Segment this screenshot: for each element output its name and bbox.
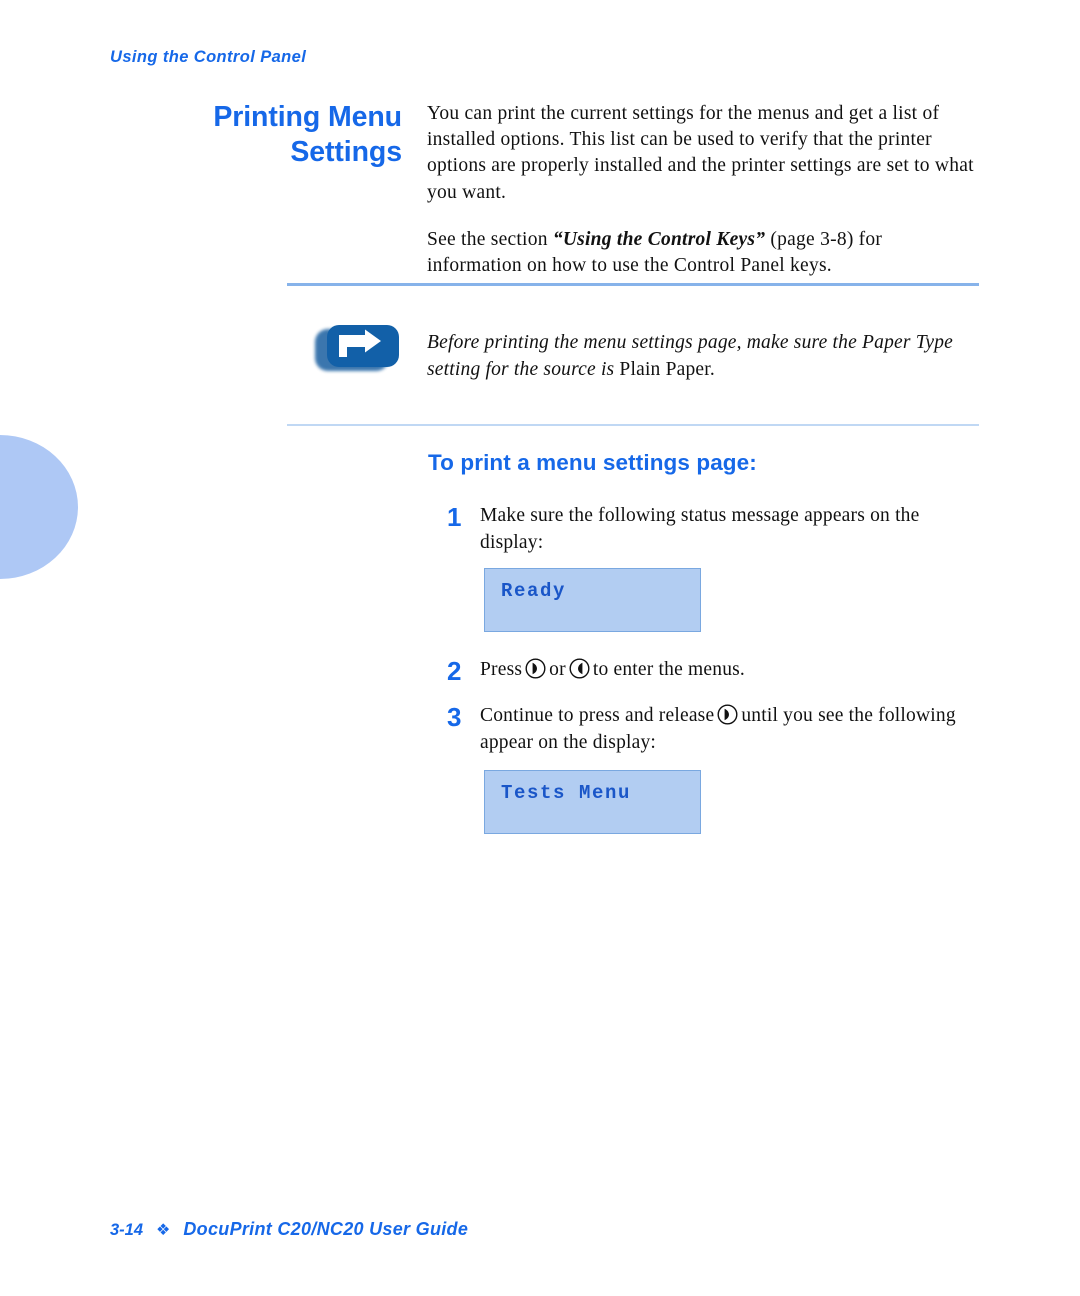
step-number: 2: [447, 656, 462, 686]
step-2-text-part-2: or: [549, 659, 566, 680]
step-text: Make sure the following status message a…: [480, 505, 920, 553]
intro-paragraph-1: You can print the current settings for t…: [427, 103, 974, 203]
right-arrow-key-icon: [525, 658, 546, 679]
left-arrow-key-icon: [569, 658, 590, 679]
chapter-edge-tab: [0, 435, 78, 579]
intro-paragraph-2-prefix: See the section: [427, 228, 553, 250]
procedure-step-3: 3 Continue to press and release until you…: [447, 703, 982, 756]
page-title: Printing Menu Settings: [130, 100, 402, 170]
divider-top: [287, 283, 979, 286]
step-number: 3: [447, 702, 462, 732]
note-text-roman: Plain Paper.: [619, 359, 715, 380]
intro-paragraph-2: See the section “Using the Control Keys”…: [427, 227, 979, 279]
intro-text-column: You can print the current settings for t…: [427, 101, 979, 279]
divider-bottom: [287, 424, 979, 426]
footer-page-number: 3-14: [110, 1221, 144, 1239]
status-display-ready-text: Ready: [501, 580, 567, 602]
status-display-ready: Ready: [484, 568, 701, 632]
page-title-line-2: Settings: [290, 136, 402, 168]
step-2-text-part-3: to enter the menus.: [592, 659, 746, 680]
procedure-heading: To print a menu settings page:: [428, 450, 757, 475]
status-display-tests-menu: Tests Menu: [484, 770, 701, 834]
right-arrow-key-icon: [717, 704, 738, 725]
page-footer: 3-14 ❖ DocuPrint C20/NC20 User Guide: [110, 1219, 468, 1240]
note-text: Before printing the menu settings page, …: [427, 329, 979, 383]
note-arrow-icon: [315, 325, 399, 371]
step-text: Press or to enter the menus.: [480, 657, 745, 684]
cross-reference-link: “Using the Control Keys”: [552, 228, 766, 250]
procedure-step-2: 2 Press or to enter the menus.: [447, 657, 982, 684]
footer-document-title: DocuPrint C20/NC20 User Guide: [183, 1219, 469, 1239]
status-display-tests-menu-text: Tests Menu: [501, 782, 632, 804]
step-text: Continue to press and release until you s…: [480, 703, 982, 756]
running-header: Using the Control Panel: [110, 48, 307, 66]
step-3-text-part-1: Continue to press and release: [480, 705, 715, 726]
page-title-line-1: Printing Menu: [213, 101, 402, 133]
step-2-text-part-1: Press: [480, 659, 523, 680]
step-number: 1: [447, 502, 462, 532]
document-page: Using the Control Panel Printing Menu Se…: [0, 0, 1080, 1296]
diamond-icon: ❖: [156, 1222, 171, 1239]
procedure-step-1: 1 Make sure the following status message…: [447, 503, 982, 556]
